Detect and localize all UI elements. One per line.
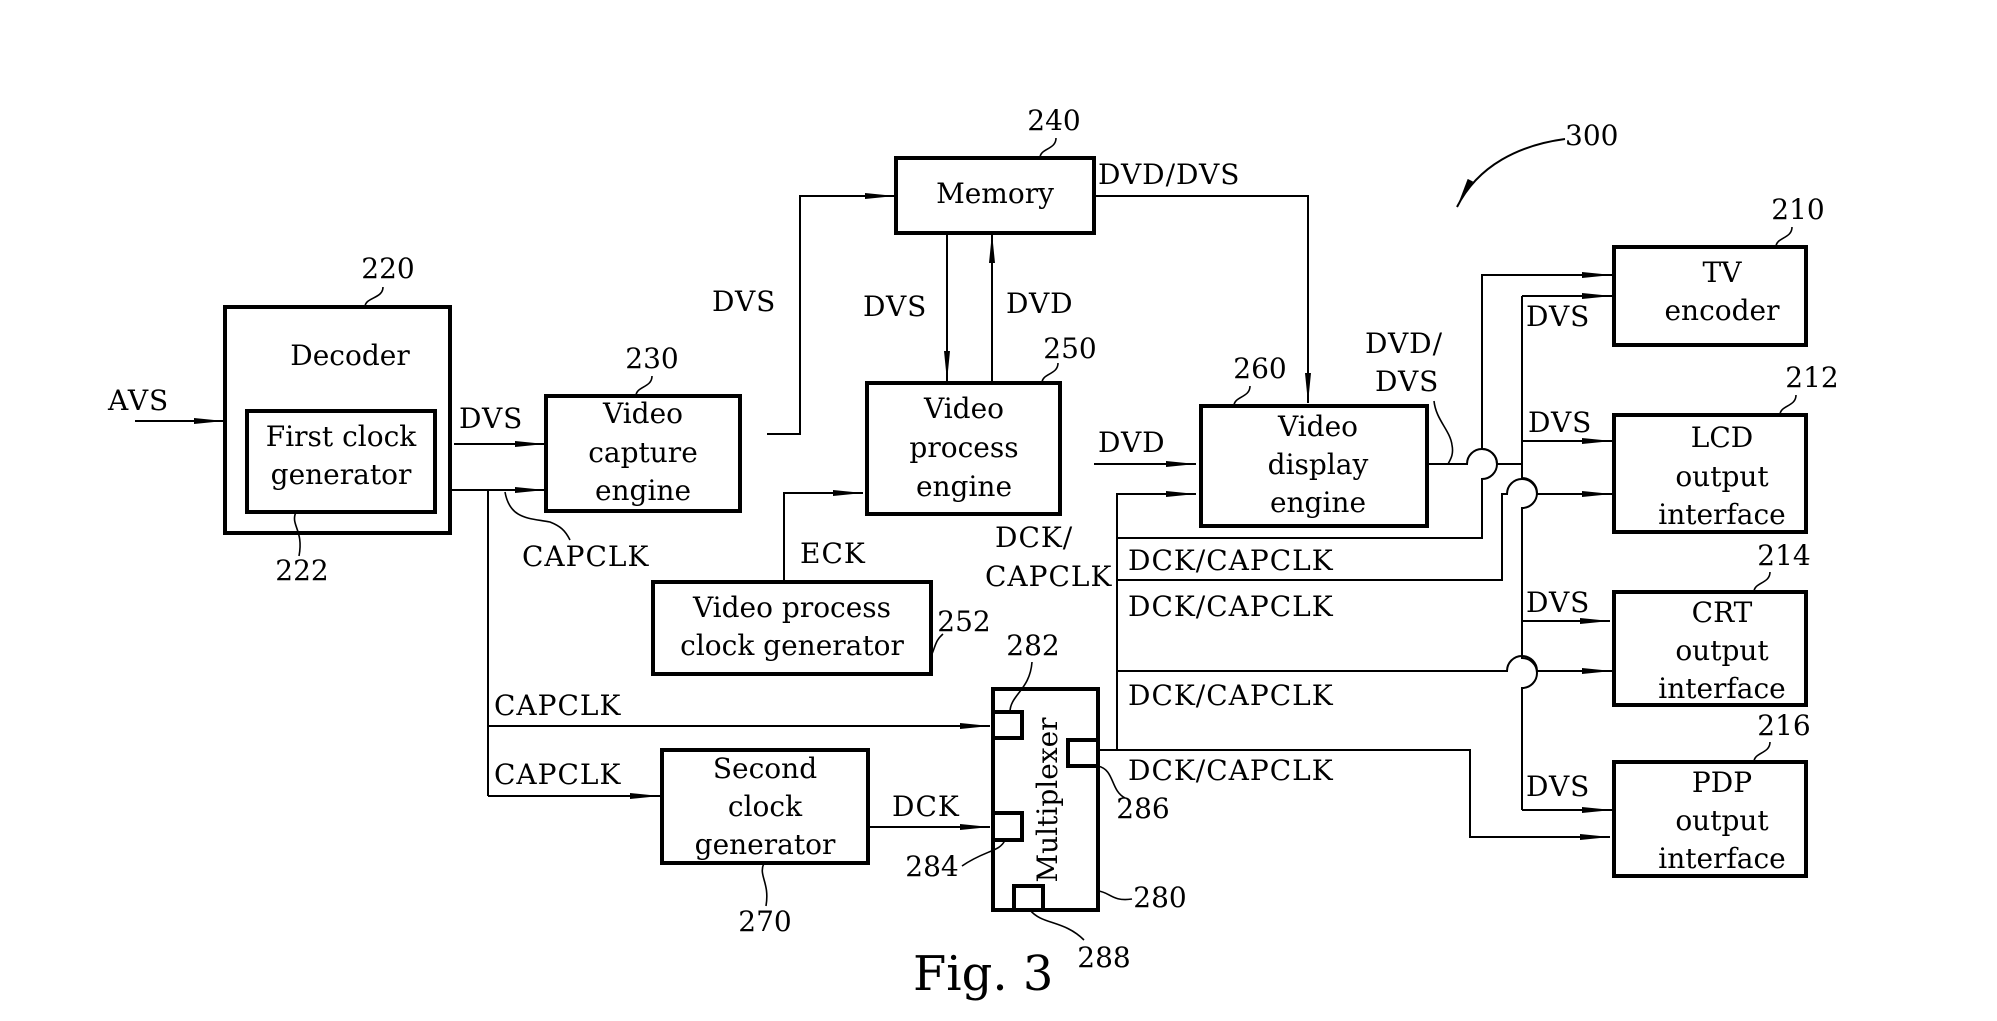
video-process-ref: 250: [1043, 332, 1096, 365]
port-282-ref: 282: [1006, 629, 1059, 662]
second-clock-generator-block: Second clock generator 270: [660, 748, 870, 938]
lcd-output-interface-block: LCD output interface 212: [1612, 361, 1839, 534]
vp-clock-label-2: clock generator: [680, 629, 904, 662]
port-288: [1012, 884, 1045, 912]
signal-dvd-dvs-out-2: DVS: [1375, 365, 1439, 398]
signal-dvs-capture-memory: DVS: [712, 285, 776, 318]
crt-ref: 214: [1757, 539, 1810, 572]
wire-display-out: [1428, 448, 1522, 465]
pdp-label-3: interface: [1658, 842, 1786, 875]
video-process-clock-generator-block: Video process clock generator 252: [651, 580, 991, 676]
second-clock-label-3: generator: [695, 828, 836, 861]
first-clock-generator-block: First clock generator 222: [245, 409, 437, 587]
signal-dvs-tv: DVS: [1526, 300, 1590, 333]
system-ref: 300: [1565, 119, 1618, 152]
video-capture-engine-block: Video capture engine 230: [544, 342, 742, 513]
crt-label-2: output: [1675, 634, 1769, 667]
port-284-ref: 284: [905, 850, 958, 883]
second-clock-ref: 270: [738, 905, 791, 938]
memory-block: Memory 240: [894, 104, 1096, 235]
multiplexer-ref: 280: [1133, 881, 1186, 914]
signal-dck-capclk-display-1: DCK/: [995, 521, 1073, 554]
figure-caption: Fig. 3: [913, 946, 1053, 1002]
signal-dck-capclk-lcd: DCK/CAPCLK: [1128, 590, 1334, 623]
signal-dck-capclk-pdp: DCK/CAPCLK: [1128, 754, 1334, 787]
first-clock-label-2: generator: [271, 458, 412, 491]
video-display-ref: 260: [1233, 352, 1286, 385]
lcd-ref: 212: [1785, 361, 1838, 394]
tv-encoder-label-2: encoder: [1664, 294, 1780, 327]
vp-clock-label-1: Video process: [692, 591, 891, 624]
video-process-label-3: engine: [916, 470, 1012, 503]
tv-encoder-ref: 210: [1771, 193, 1824, 226]
multiplexer-label: Multiplexer: [1031, 717, 1064, 883]
wire-dck-capclk-crt: [1117, 655, 1612, 674]
signal-dck-capclk-display-2: CAPCLK: [985, 560, 1113, 593]
tv-encoder-block: TV encoder 210: [1612, 193, 1825, 347]
signal-capclk-second: CAPCLK: [494, 758, 622, 791]
signal-dvs-memory-process: DVS: [863, 290, 927, 323]
first-clock-label-1: First clock: [266, 420, 417, 453]
video-capture-ref: 230: [625, 342, 678, 375]
port-282: [991, 710, 1024, 740]
crt-label-3: interface: [1658, 672, 1786, 705]
video-capture-label-2: capture: [588, 436, 698, 469]
signal-avs: AVS: [107, 384, 169, 417]
video-display-label-3: engine: [1270, 486, 1366, 519]
system-ref-arrow: [1456, 138, 1566, 208]
video-display-label-2: display: [1268, 448, 1369, 481]
crt-output-interface-block: CRT output interface 214: [1612, 539, 1811, 707]
video-process-label-2: process: [909, 431, 1018, 464]
video-display-label-1: Video: [1277, 410, 1358, 443]
crt-label-1: CRT: [1692, 596, 1753, 629]
tv-encoder-label-1: TV: [1703, 256, 1743, 289]
signal-capclk-mux: CAPCLK: [494, 689, 622, 722]
signal-dvd-dvs-memory: DVD/DVS: [1098, 158, 1240, 191]
decoder-ref: 220: [361, 252, 414, 285]
video-process-label-1: Video: [923, 392, 1004, 425]
signal-dvd-process-memory: DVD: [1006, 287, 1074, 320]
second-clock-label-2: clock: [728, 790, 803, 823]
video-capture-label-1: Video: [602, 397, 683, 430]
signal-dvd-dvs-out-1: DVD/: [1365, 327, 1443, 360]
port-286: [1066, 738, 1100, 768]
signal-capclk-decoder: CAPCLK: [522, 540, 650, 573]
signal-dvd-process-display: DVD: [1098, 426, 1166, 459]
port-284: [991, 811, 1024, 842]
memory-label: Memory: [936, 177, 1054, 210]
signal-eck: ECK: [800, 537, 866, 570]
decoder-label: Decoder: [290, 339, 410, 372]
vp-clock-ref: 252: [937, 605, 990, 638]
video-capture-label-3: engine: [595, 474, 691, 507]
pdp-output-interface-block: PDP output interface 216: [1612, 709, 1811, 878]
signal-dvs-crt: DVS: [1526, 586, 1590, 619]
video-process-engine-block: Video process engine 250: [865, 332, 1097, 516]
second-clock-label-1: Second: [713, 752, 817, 785]
pdp-label-2: output: [1675, 804, 1769, 837]
signal-dck-capclk-tv: DCK/CAPCLK: [1128, 544, 1334, 577]
pdp-label-1: PDP: [1692, 766, 1752, 799]
signal-dck: DCK: [892, 790, 960, 823]
block-diagram: Decoder 220 First clock generator 222 Vi…: [107, 104, 1839, 1002]
lcd-label-2: output: [1675, 460, 1769, 493]
lcd-label-3: interface: [1658, 498, 1786, 531]
signal-dck-capclk-crt: DCK/CAPCLK: [1128, 679, 1334, 712]
signal-dvs-decoder: DVS: [459, 402, 523, 435]
signal-dvs-lcd: DVS: [1528, 406, 1592, 439]
wire-dvs-bus: [1521, 296, 1538, 810]
pdp-ref: 216: [1757, 709, 1810, 742]
port-288-ref: 288: [1077, 941, 1130, 974]
memory-ref: 240: [1027, 104, 1080, 137]
lcd-label-1: LCD: [1691, 421, 1753, 454]
first-clock-ref: 222: [275, 554, 328, 587]
signal-dvs-pdp: DVS: [1526, 770, 1590, 803]
